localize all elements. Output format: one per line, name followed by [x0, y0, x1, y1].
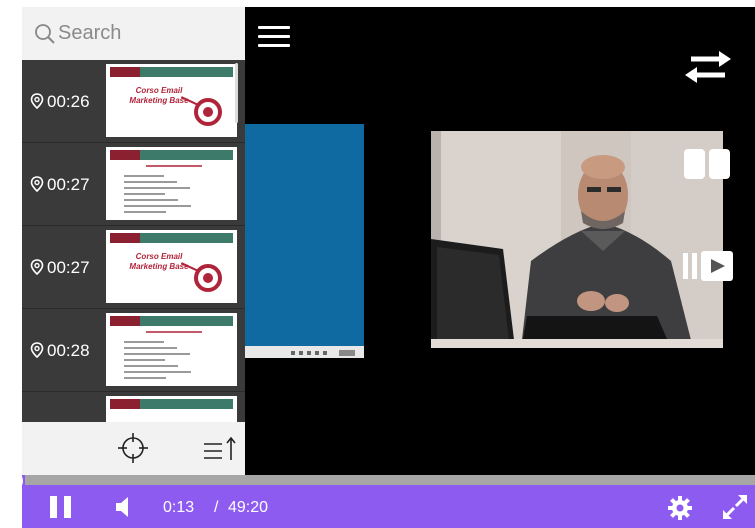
slide-thumbnail: [106, 313, 237, 386]
menu-bar-3: [258, 44, 290, 47]
index-list-scrollbar[interactable]: [235, 63, 238, 123]
slide-taskbar: [245, 346, 364, 358]
swap-arrows-icon: [685, 51, 731, 83]
slide-view: [245, 124, 364, 358]
location-pin-icon: [30, 93, 44, 109]
location-pin-icon: [30, 342, 44, 358]
slide-thumbnail: Corso Email Marketing Base: [106, 64, 237, 137]
split-layout-icon: [684, 149, 730, 179]
location-pin-icon: [30, 176, 44, 192]
pause-button[interactable]: [50, 496, 72, 518]
index-item[interactable]: 00:26 Corso Email Marketing Base: [22, 60, 245, 143]
index-list: 00:26 Corso Email Marketing Base 00:27 00:2…: [22, 60, 245, 422]
settings-button[interactable]: [668, 496, 692, 520]
sidebar-footer: [22, 422, 245, 475]
sort-list-icon: [204, 436, 236, 460]
index-item[interactable]: 00:27: [22, 143, 245, 226]
hamburger-menu-icon: [258, 26, 290, 29]
index-item[interactable]: 00:27 Corso Email Marketing Base: [22, 226, 245, 309]
index-item-time: 00:26: [47, 92, 90, 111]
player-page: 00:26Corso Email Marketing Base00:2700:2…: [0, 0, 755, 528]
total-time: 49:20: [228, 499, 269, 516]
split-layout-button[interactable]: [683, 148, 731, 180]
slide-thumbnail-title: Corso Email Marketing Base: [129, 252, 189, 271]
index-item-time: 00:27: [47, 258, 90, 277]
volume-icon: [116, 497, 128, 517]
page-margin: [0, 0, 22, 528]
search-bar: [22, 7, 245, 60]
index-item-time: 00:27: [47, 175, 90, 194]
fullscreen-button[interactable]: [722, 494, 748, 520]
search-input[interactable]: [58, 22, 228, 45]
slide-thumbnail: Corso Email Marketing Base: [106, 230, 237, 303]
index-sidebar: 00:26Corso Email Marketing Base00:2700:2…: [22, 7, 245, 475]
control-bar: 0:13 / 49:20: [22, 485, 755, 528]
gear-icon: [668, 496, 692, 520]
crosshair-icon: [118, 433, 148, 463]
location-pin-icon: [30, 259, 44, 275]
progress-handle[interactable]: [5, 472, 23, 490]
presenter-mode-button[interactable]: [683, 250, 735, 282]
pause-icon: [50, 496, 57, 518]
search-icon: [34, 23, 56, 45]
presenter-play-icon: [683, 251, 733, 281]
slide-thumbnail: [106, 147, 237, 220]
pause-icon-bar: [64, 496, 71, 518]
slide-thumbnail: [106, 396, 237, 422]
presenter-video: [431, 131, 723, 348]
menu-bar-2: [258, 35, 290, 38]
index-item[interactable]: [22, 392, 245, 422]
fullscreen-icon: [723, 495, 747, 519]
swap-views-button[interactable]: [683, 49, 733, 85]
sort-list-button[interactable]: [202, 434, 238, 464]
menu-button[interactable]: [258, 24, 290, 50]
sync-position-button[interactable]: [117, 432, 149, 464]
current-time: 0:13: [163, 499, 195, 516]
index-item[interactable]: 00:28: [22, 309, 245, 392]
volume-button[interactable]: [114, 496, 134, 518]
time-separator: /: [214, 499, 219, 516]
slide-thumbnail-title: Corso Email Marketing Base: [129, 86, 189, 105]
video-stage[interactable]: [245, 7, 755, 475]
progress-bar[interactable]: [22, 475, 755, 485]
index-item-time: 00:28: [47, 341, 90, 360]
